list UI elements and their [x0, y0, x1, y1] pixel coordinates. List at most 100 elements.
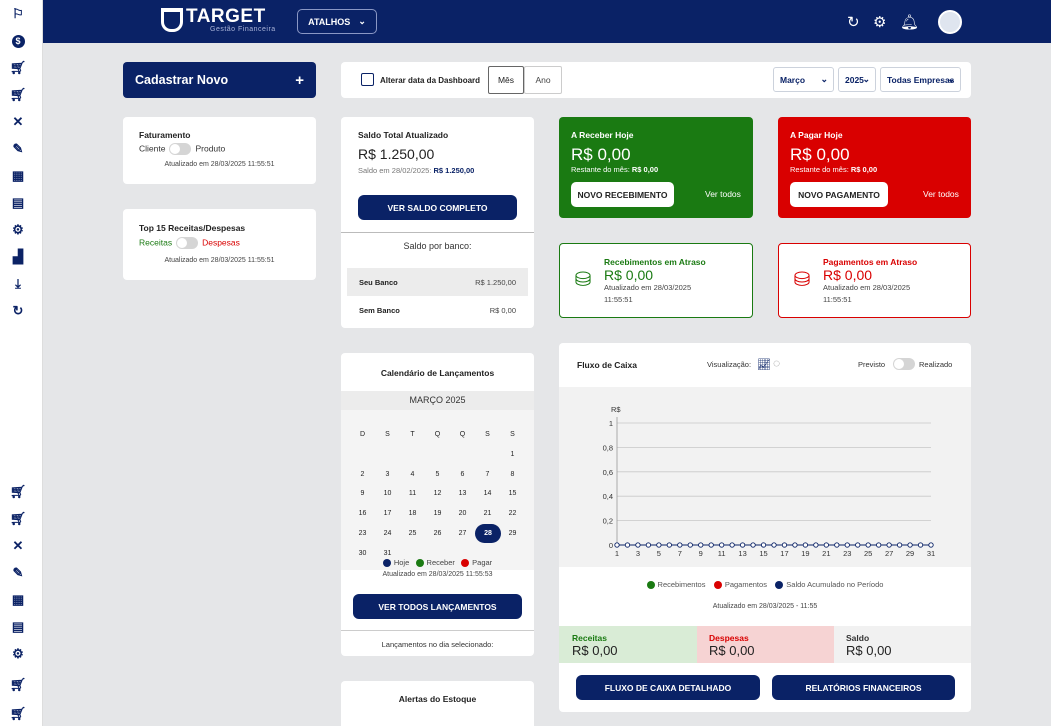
- calendar-day[interactable]: 21: [475, 504, 500, 524]
- calendar-day[interactable]: 8: [500, 465, 525, 485]
- boxes-icon[interactable]: ▦: [10, 168, 26, 184]
- receivable-rest-value: R$ 0,00: [631, 165, 659, 174]
- calendar-day[interactable]: 22: [500, 504, 525, 524]
- overdue-receipts-card[interactable]: ⛁ Recebimentos em Atraso R$ 0,00 Atualiz…: [559, 243, 753, 318]
- tools-icon[interactable]: ✕: [10, 538, 26, 554]
- bell-icon[interactable]: 🔔︎: [900, 13, 919, 31]
- payable-today-card: A Pagar Hoje R$ 0,00 Restante do mês: R$…: [778, 117, 971, 218]
- top-bar: TARGET Gestão Financeira ATALHOS ⌄ ↻ ⚙ 🔔…: [43, 0, 1051, 43]
- calendar-day[interactable]: 19: [425, 504, 450, 524]
- year-select[interactable]: 2025 ⌄: [838, 67, 876, 92]
- calendar-day[interactable]: 1: [500, 445, 525, 465]
- refresh-icon[interactable]: ↻: [10, 303, 26, 319]
- forecast-realized-toggle[interactable]: [893, 358, 915, 370]
- data-point: [917, 542, 924, 548]
- client-product-toggle[interactable]: [169, 143, 192, 155]
- calendar-day[interactable]: 11: [400, 484, 425, 504]
- calendar-day[interactable]: 27: [450, 524, 475, 544]
- cart-icon[interactable]: 🛒︎: [10, 87, 27, 103]
- calendar-day[interactable]: 9: [350, 484, 375, 504]
- financial-reports-button[interactable]: RELATÓRIOS FINANCEIROS: [772, 675, 955, 700]
- bank-row[interactable]: Sem Banco R$ 0,00: [347, 296, 528, 324]
- calendar-day-selected[interactable]: 28: [475, 523, 501, 544]
- today-dot: [382, 559, 391, 568]
- tools-icon[interactable]: ✕: [10, 114, 26, 130]
- calendar-day[interactable]: 10: [375, 484, 400, 504]
- calendar-day[interactable]: 16: [350, 504, 375, 524]
- settings-icon[interactable]: ⚙: [10, 222, 26, 238]
- settings-icon[interactable]: ⚙: [10, 646, 26, 662]
- boxes-icon[interactable]: ▦: [10, 592, 26, 608]
- calendar-day[interactable]: 17: [375, 504, 400, 524]
- calendar-day[interactable]: 24: [375, 524, 400, 544]
- tab-year[interactable]: Ano: [524, 66, 562, 94]
- calendar-empty-cell: [425, 445, 450, 465]
- line-chart-icon[interactable]: 📈︎: [757, 358, 771, 371]
- calendar-day[interactable]: 4: [400, 465, 425, 485]
- calendar-empty-cell: [475, 445, 500, 465]
- tab-month[interactable]: Mês: [488, 66, 524, 94]
- see-all-payables-link[interactable]: Ver todos: [923, 189, 959, 199]
- calendar-day[interactable]: 25: [400, 524, 425, 544]
- view-all-entries-button[interactable]: VER TODOS LANÇAMENTOS: [353, 594, 522, 619]
- calendar-day[interactable]: 14: [475, 484, 500, 504]
- calendar-day[interactable]: 6: [450, 465, 475, 485]
- legend-payments: Pagamentos: [724, 580, 767, 589]
- calendar-day[interactable]: 5: [425, 465, 450, 485]
- month-select-value: Março: [780, 74, 806, 85]
- x-tick-label: 27: [885, 549, 893, 558]
- edit-icon[interactable]: ✎: [10, 565, 26, 581]
- view-full-balance-button[interactable]: VER SALDO COMPLETO: [358, 195, 517, 220]
- money-icon[interactable]: $: [10, 33, 26, 49]
- company-select[interactable]: Todas Empresas ⌄: [880, 67, 961, 92]
- pie-chart-icon[interactable]: ◌: [773, 356, 780, 370]
- expenses-summary-label: Despesas: [709, 633, 749, 643]
- calendar-day[interactable]: 3: [375, 465, 400, 485]
- bank-value: R$ 1.250,00: [475, 277, 516, 287]
- edit-icon[interactable]: ✎: [10, 141, 26, 157]
- shortcuts-button[interactable]: ATALHOS ⌄: [297, 9, 377, 34]
- cart-icon[interactable]: 🛒︎: [10, 706, 27, 722]
- receivable-rest-label: Restante do mês:: [571, 165, 630, 174]
- cart-add-icon[interactable]: 🛒︎: [10, 677, 27, 693]
- expenses-summary-value: R$ 0,00: [709, 643, 755, 658]
- calendar-title: Calendário de Lançamentos: [380, 368, 495, 378]
- date-filter-bar: Alterar data da Dashboard Mês Ano: [341, 62, 971, 98]
- calendar-day[interactable]: 2: [350, 465, 375, 485]
- calendar-day[interactable]: 12: [425, 484, 450, 504]
- sync-icon[interactable]: ↻: [847, 13, 860, 31]
- calendar-day[interactable]: 18: [400, 504, 425, 524]
- cart-add-icon[interactable]: 🛒︎: [10, 60, 27, 76]
- calendar-icon[interactable]: [361, 73, 374, 86]
- document-icon[interactable]: ▤: [10, 195, 26, 211]
- download-icon[interactable]: ⤓: [10, 276, 26, 292]
- cart-add-icon[interactable]: 🛒︎: [10, 484, 27, 500]
- data-point: [928, 542, 934, 548]
- overdue-receipts-value: R$ 0,00: [604, 267, 654, 283]
- new-receipt-button[interactable]: NOVO RECEBIMENTO: [571, 182, 674, 207]
- chart-bar-icon[interactable]: ▟: [10, 249, 26, 265]
- month-select[interactable]: Março ⌄: [773, 67, 834, 92]
- calendar-day[interactable]: 29: [500, 524, 525, 544]
- calendar-day[interactable]: 20: [450, 504, 475, 524]
- calendar-day[interactable]: 23: [350, 524, 375, 544]
- new-payment-button[interactable]: NOVO PAGAMENTO: [790, 182, 888, 207]
- data-point: [624, 542, 631, 548]
- document-icon[interactable]: ▤: [10, 619, 26, 635]
- gear-icon[interactable]: ⚙: [873, 13, 886, 31]
- register-new-button[interactable]: Cadastrar Novo +: [123, 62, 316, 98]
- calendar-day[interactable]: 15: [500, 484, 525, 504]
- overdue-payments-card[interactable]: ⛁ Pagamentos em Atraso R$ 0,00 Atualizad…: [778, 243, 971, 318]
- calendar-day[interactable]: 7: [475, 465, 500, 485]
- graduation-icon[interactable]: ⚐: [10, 6, 26, 22]
- see-all-receivables-link[interactable]: Ver todos: [705, 189, 741, 199]
- detailed-cash-flow-button[interactable]: FLUXO DE CAIXA DETALHADO: [576, 675, 760, 700]
- data-point: [855, 542, 861, 548]
- cart-icon[interactable]: 🛒︎: [10, 511, 27, 527]
- revenues-expenses-toggle[interactable]: [176, 237, 199, 249]
- calendar-day[interactable]: 26: [425, 524, 450, 544]
- bank-row[interactable]: Seu Banco R$ 1.250,00: [347, 268, 528, 296]
- calendar-day[interactable]: 13: [450, 484, 475, 504]
- avatar[interactable]: [938, 10, 962, 34]
- brand-logo[interactable]: TARGET Gestão Financeira: [161, 7, 276, 33]
